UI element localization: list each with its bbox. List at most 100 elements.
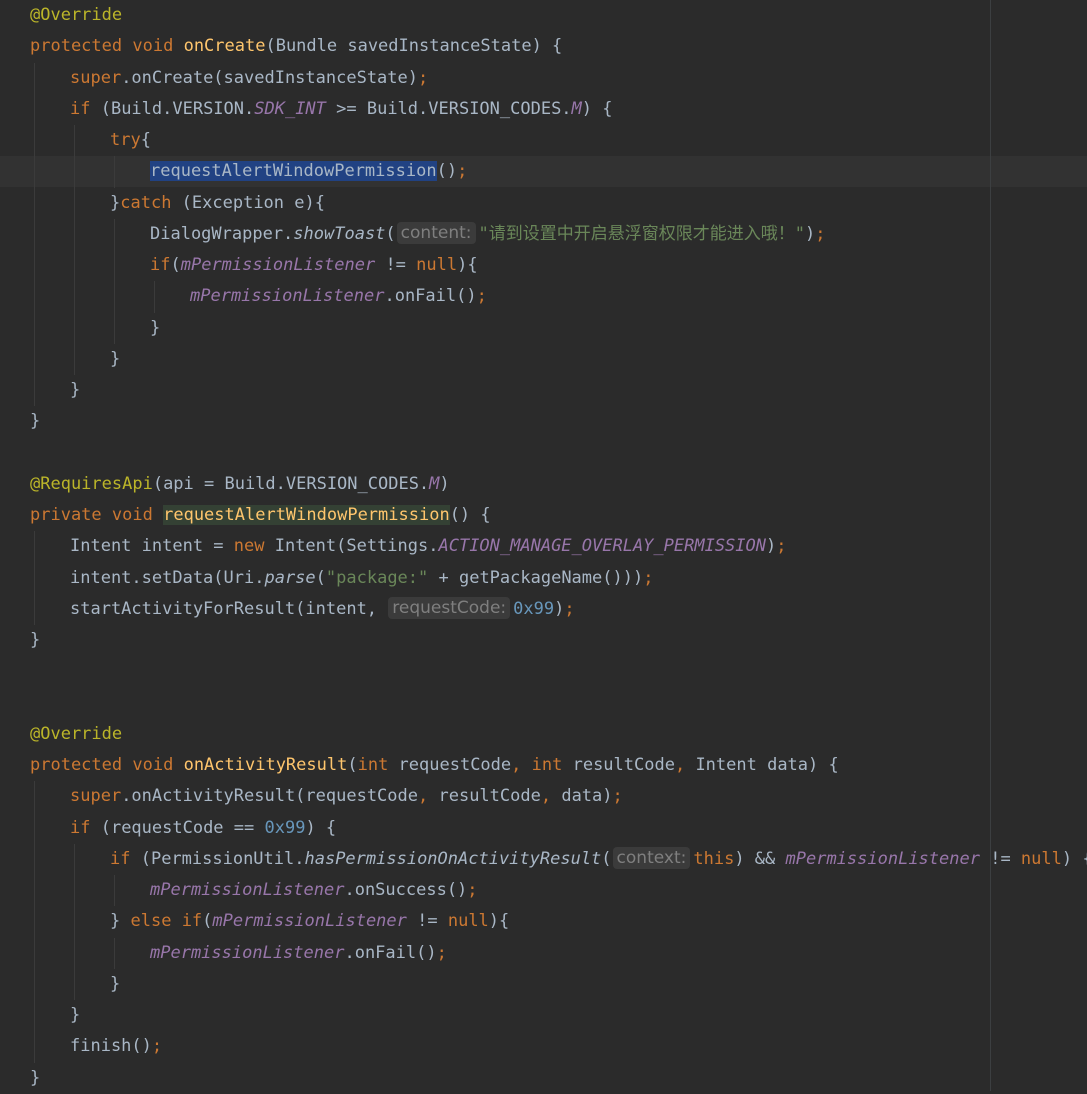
static-call-token: hasPermissionOnActivityResult (304, 848, 602, 869)
code-token: .onSuccess() (344, 880, 468, 900)
keyword-token: else (130, 911, 172, 932)
code-token: != (979, 848, 1021, 869)
code-line[interactable]: intent.setData(Uri.parse("package:" + ge… (70, 563, 653, 594)
keyword-token: try (110, 130, 141, 150)
code-line[interactable]: } (30, 625, 40, 656)
field-token: mPermissionListener (785, 848, 980, 869)
code-token: .onCreate(savedInstanceState) (121, 67, 418, 88)
code-token: resultCode (428, 786, 541, 807)
code-token: () { (449, 505, 491, 525)
code-token: ( (202, 911, 213, 932)
indent-guide-line (114, 875, 115, 907)
code-line[interactable]: } (110, 969, 120, 1000)
code-line[interactable]: finish(); (70, 1031, 162, 1062)
code-line[interactable]: } (110, 344, 120, 375)
code-line[interactable]: } (30, 1063, 40, 1094)
code-line[interactable]: if (requestCode == 0x99) { (70, 813, 336, 844)
code-token: } (110, 192, 121, 213)
code-token: .onActivityResult(requestCode (121, 786, 418, 807)
code-line[interactable]: mPermissionListener.onFail(); (150, 938, 447, 969)
keyword-token: ; (457, 161, 468, 182)
code-token: .onFail() (384, 286, 477, 307)
keyword-token: if (110, 848, 131, 869)
code-line[interactable]: protected void onActivityResult(int requ… (30, 750, 839, 781)
code-token: ( (170, 255, 181, 275)
annotation-token: @Override (30, 5, 123, 25)
code-token: finish() (70, 1036, 152, 1057)
indent-guide-line (34, 531, 35, 625)
code-token: Intent data) { (685, 755, 839, 775)
selected-text: requestAlertWindowPermission (150, 161, 437, 182)
indent-guide-line (114, 937, 115, 969)
static-call-token: parse (264, 567, 316, 588)
code-line[interactable]: } (70, 375, 80, 406)
code-token: != (375, 255, 417, 275)
code-line[interactable]: super.onActivityResult(requestCode, resu… (70, 781, 623, 812)
code-token: ( (347, 755, 358, 775)
code-line[interactable]: startActivityForResult(intent, requestCo… (70, 594, 575, 625)
code-token: { (140, 130, 151, 150)
code-line[interactable]: super.onCreate(savedInstanceState); (70, 63, 428, 94)
code-editor[interactable]: @Override protected void onCreate(Bundle … (0, 0, 1087, 1091)
code-token: ( (315, 567, 326, 588)
code-line[interactable]: mPermissionListener.onFail(); (190, 281, 487, 312)
code-token: (Exception e){ (171, 192, 325, 213)
code-token: ) (804, 223, 816, 244)
code-token: (Build.VERSION. (90, 98, 255, 119)
indent-guide-line (154, 281, 155, 313)
keyword-token: int (531, 755, 563, 775)
constant-token: SDK_INT (254, 98, 326, 119)
code-token: } (30, 1067, 41, 1088)
code-line[interactable]: protected void onCreate(Bundle savedInst… (30, 31, 562, 62)
code-token: DialogWrapper. (150, 223, 294, 244)
annotation-token: @RequiresApi (30, 473, 153, 494)
code-line[interactable]: if (PermissionUtil.hasPermissionOnActivi… (110, 844, 1087, 875)
code-line[interactable]: private void requestAlertWindowPermissio… (30, 500, 491, 531)
constant-token: M (429, 473, 440, 494)
keyword-token: ; (612, 786, 623, 807)
parameter-hint: requestCode: (388, 596, 511, 619)
code-token: resultCode (562, 755, 675, 775)
keyword-token: null (1020, 848, 1062, 869)
code-line[interactable]: Intent intent = new Intent(Settings.ACTI… (70, 531, 787, 562)
code-line[interactable]: if (Build.VERSION.SDK_INT >= Build.VERSI… (70, 94, 613, 125)
code-line[interactable]: if(mPermissionListener != null){ (150, 250, 478, 281)
code-line[interactable]: }catch (Exception e){ (110, 188, 325, 219)
code-line[interactable]: } (150, 313, 160, 344)
code-line[interactable]: @RequiresApi(api = Build.VERSION_CODES.M… (30, 469, 450, 500)
code-token: ){ (488, 911, 510, 932)
code-token: startActivityForResult(intent, (70, 598, 388, 619)
method-name-token: onActivityResult (183, 755, 348, 775)
field-token: mPermissionListener (190, 286, 385, 307)
indent-guide-line (114, 156, 115, 188)
keyword-token: this (693, 848, 735, 869)
code-line[interactable]: requestAlertWindowPermission(); (150, 156, 467, 187)
keyword-token: , (418, 786, 429, 807)
code-line[interactable]: } else if(mPermissionListener != null){ (110, 906, 509, 937)
constant-token: M (571, 98, 582, 119)
keyword-token: protected (30, 755, 123, 775)
code-line[interactable]: DialogWrapper.showToast(content: "请到设置中开启… (150, 219, 825, 250)
code-token: (api = Build.VERSION_CODES. (152, 473, 430, 494)
field-token: mPermissionListener (180, 255, 376, 275)
code-token: ) { (305, 817, 337, 838)
code-token: intent.setData(Uri. (70, 567, 265, 588)
code-line[interactable]: @Override (30, 0, 122, 31)
code-line[interactable]: } (30, 406, 40, 437)
code-line[interactable]: try{ (110, 125, 151, 156)
keyword-token: if (150, 255, 171, 275)
indent-guide-line (34, 781, 35, 1063)
keyword-token: ; (476, 286, 487, 307)
code-line[interactable]: @Override (30, 719, 122, 750)
code-token: ) (439, 473, 450, 494)
code-token: } (150, 317, 161, 338)
keyword-token: , (674, 755, 686, 775)
keyword-token: void (132, 36, 174, 57)
keyword-token: private (30, 505, 102, 525)
code-line[interactable]: } (70, 1000, 80, 1031)
code-line[interactable]: mPermissionListener.onSuccess(); (150, 875, 478, 906)
code-token: ){ (457, 255, 478, 275)
number-token: 0x99 (264, 817, 306, 838)
